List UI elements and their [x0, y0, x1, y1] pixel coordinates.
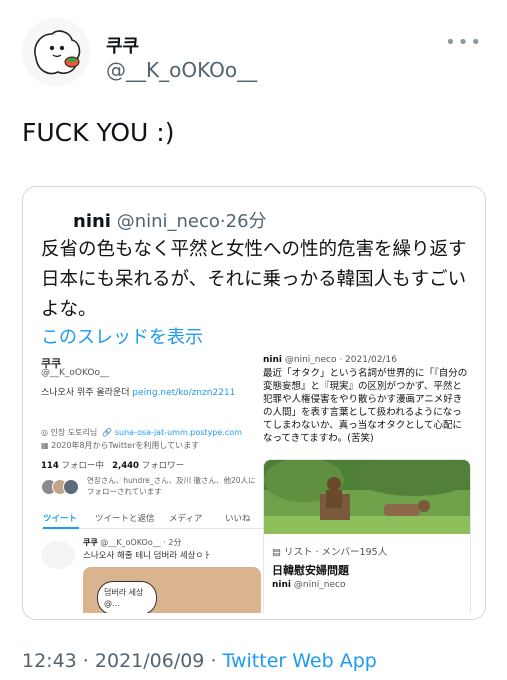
calendar-icon: ▦	[41, 441, 52, 450]
mini-tweet-avatar	[41, 541, 75, 569]
tweet-text: FUCK YOU :)	[22, 118, 175, 147]
quoted-name: nini	[73, 211, 111, 232]
mini-location: 인장 도토리님	[50, 428, 98, 437]
rt-list-title: 日韓慰安婦問題	[272, 564, 349, 577]
meta-separator-1: ·	[76, 650, 95, 672]
mini-following-label: フォロー中	[61, 461, 104, 471]
mini-tab-likes: いいね	[225, 514, 251, 524]
rt-list-label: ▤ リスト · メンバー195人	[272, 544, 387, 558]
show-thread-link[interactable]: このスレッドを表示	[41, 323, 203, 349]
mini-bio-link: peing.net/ko/znzn2211	[132, 388, 236, 398]
mini-profile-tabs: ツイート ツイートと返信 メディア いいね	[41, 509, 263, 529]
rt-list-card: ▤ リスト · メンバー195人 日韓慰安婦問題 nini @nini_neco	[263, 459, 471, 613]
quoted-text: 反省の色もなく平然と女性への性的危害を繰り返す日本にも呆れるが、それに乗っかる韓…	[41, 239, 467, 320]
tweet-source-app[interactable]: Twitter Web App	[223, 650, 377, 672]
rt-list-label-text: リスト · メンバー195人	[284, 547, 388, 558]
mini-tweet-name: 쿠쿠	[83, 538, 98, 547]
mini-followers-label: フォロワー	[141, 461, 185, 471]
author-avatar[interactable]	[22, 18, 90, 86]
quoted-avatar	[41, 205, 67, 231]
quoted-media[interactable]: 쿠쿠 @__K_oOKOo__ 스나오사 위주 올라운더 peing.net/k…	[41, 355, 473, 613]
mini-known-avatars	[41, 479, 81, 497]
link-icon: 🔗	[99, 428, 113, 437]
screenshot-profile: 쿠쿠 @__K_oOKOo__ 스나오사 위주 올라운더 peing.net/k…	[41, 355, 263, 613]
quoted-time: 26分	[225, 211, 267, 232]
mini-tweet-text: 스나오사 해줄 테니 덤버라 세상ㅇㅏ	[83, 551, 212, 561]
location-icon: ◎	[41, 428, 48, 437]
mini-profile-joined: ▦ 2020年8月からTwitterを利用しています	[41, 440, 199, 451]
mini-tweet-header: 쿠쿠 @__K_oOKOo__ · 2分	[83, 537, 181, 548]
mini-known-followers: 연장さん、hundre_さん、及川 徹さん、他20人にフォローされています	[87, 476, 256, 496]
mini-following-count: 114	[41, 461, 59, 471]
mini-tweet-meta: @__K_oOKOo__ · 2分	[100, 538, 182, 547]
mini-profile-location-row: ◎ 인장 도토리님 🔗 suna-osa-jat-umm.postype.com	[41, 427, 242, 438]
quoted-handle: @nini_neco	[116, 211, 220, 232]
rt-list-owner: nini @nini_neco	[272, 580, 345, 590]
tweet-time[interactable]: 12:43	[22, 650, 77, 672]
rt-text: 最近「オタク」という名詞が世界的に「『自分の変態妄想』と『現実』の区別がつかず、…	[263, 368, 468, 444]
mini-profile-bio: 스나오사 위주 올라운더 peing.net/ko/znzn2211	[41, 385, 235, 398]
tweet-date[interactable]: 2021/06/09	[95, 650, 205, 672]
meta-separator-2: ·	[204, 650, 223, 672]
rt-name: nini	[263, 355, 282, 365]
mini-tab-replies: ツイートと返信	[95, 514, 155, 524]
mini-website: suna-osa-jat-umm.postype.com	[114, 428, 242, 437]
mini-bio-text: 스나오사 위주 올라운더	[41, 388, 133, 398]
tweet-author: 쿠쿠 @__K_oOKOo__ •••	[22, 18, 487, 88]
rt-list-owner-handle: @nini_neco	[293, 580, 346, 590]
rt-list-owner-name: nini	[272, 580, 291, 590]
quoted-header: nini @nini_neco·26分	[73, 207, 267, 233]
mini-follow-counts: 114 フォロー中 2,440 フォロワー	[41, 459, 184, 471]
mini-tweet-image: 덤버라 세상 @...	[83, 567, 261, 613]
screenshot-tweet: nini @nini_neco · 2021/02/16 最近「オタク」という名…	[263, 355, 473, 613]
mini-tab-tweets: ツイート	[43, 514, 78, 524]
mini-speech-bubble: 덤버라 세상 @...	[97, 581, 157, 613]
rt-header: nini @nini_neco · 2021/02/16	[263, 355, 397, 365]
statue-photo	[264, 460, 470, 534]
quoted-tweet-card[interactable]: nini @nini_neco·26分 反省の色もなく平然と女性への性的危害を繰…	[22, 186, 486, 620]
tweet-meta: 12:43 · 2021/06/09 · Twitter Web App	[22, 650, 377, 672]
more-icon[interactable]: •••	[445, 32, 483, 53]
mini-tab-underline	[43, 527, 79, 529]
author-display-name[interactable]: 쿠쿠	[106, 32, 139, 58]
mini-tab-media: メディア	[169, 514, 203, 524]
mini-profile-handle: @__K_oOKOo__	[41, 368, 109, 378]
author-handle[interactable]: @__K_oOKOo__	[106, 58, 257, 82]
list-icon: ▤	[272, 547, 284, 558]
mini-followers-count: 2,440	[112, 461, 139, 471]
mascot-avatar-icon	[22, 18, 90, 86]
mini-joined-text: 2020年8月からTwitterを利用しています	[51, 441, 200, 450]
rt-meta: @nini_neco · 2021/02/16	[284, 355, 397, 365]
